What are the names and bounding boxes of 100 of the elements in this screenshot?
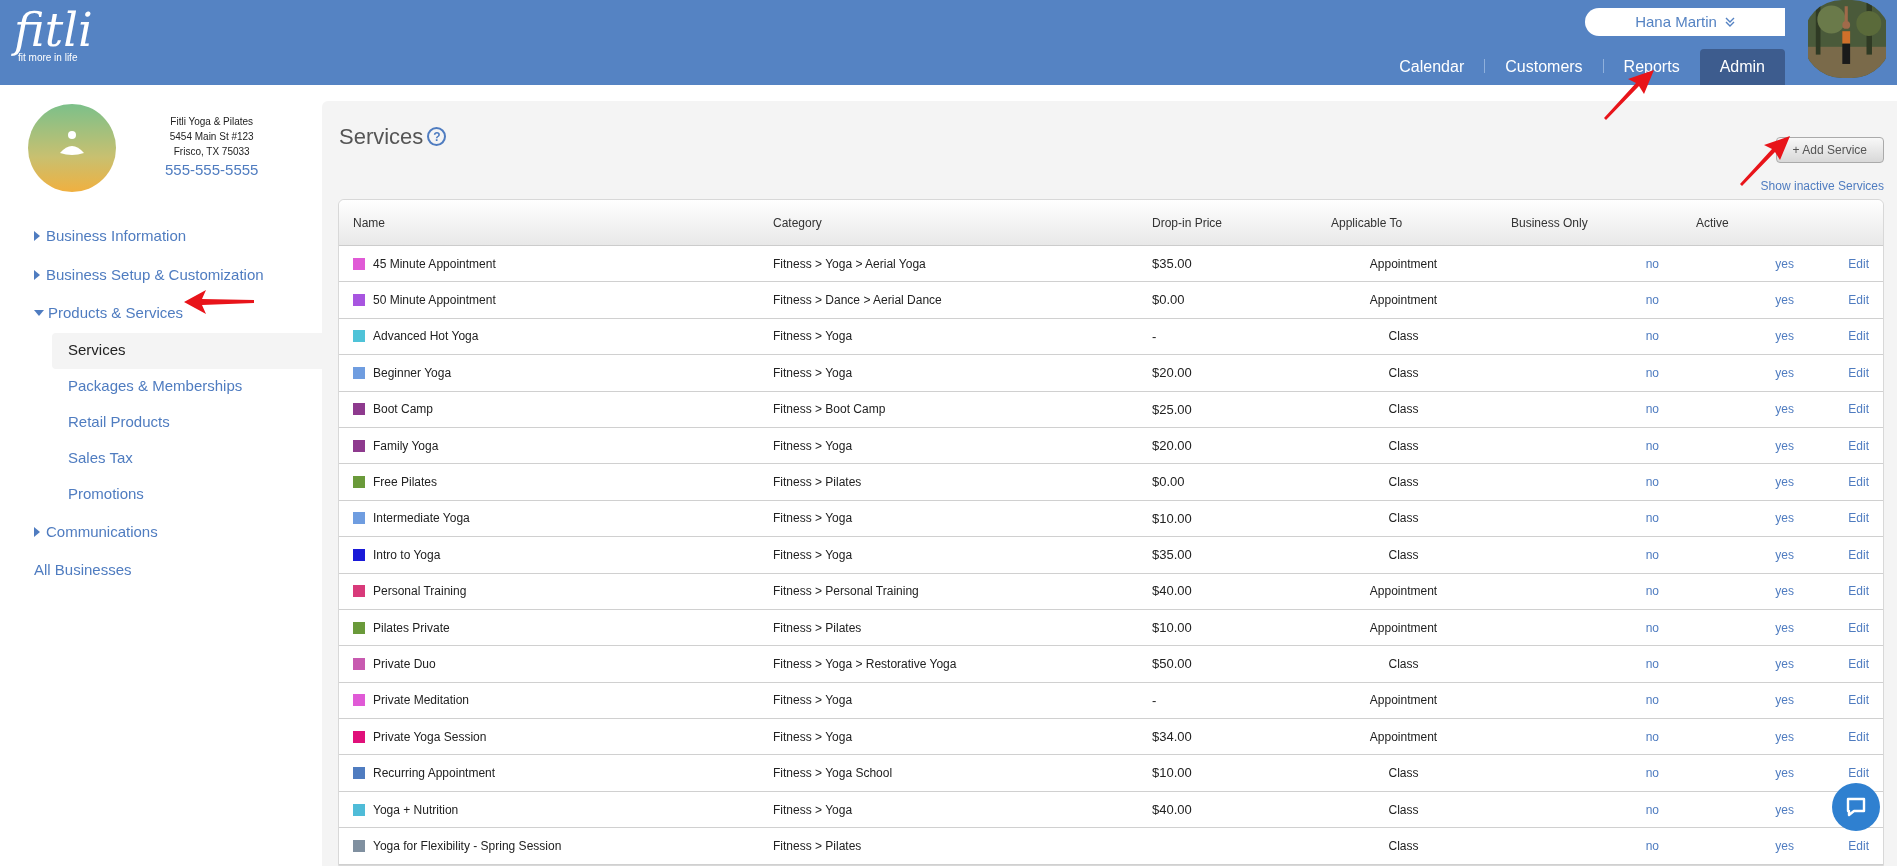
table-cell-text: Private Meditation bbox=[373, 692, 470, 710]
table-cell-text: 45 Minute Appointment bbox=[373, 255, 496, 273]
table-cell-text: Recurring Appointment bbox=[373, 765, 496, 783]
business-only-link[interactable]: no bbox=[1645, 727, 1659, 746]
sidebar-item[interactable]: Communications bbox=[0, 512, 322, 551]
page-title: Services bbox=[339, 123, 424, 151]
sidebar-item[interactable]: Business Information bbox=[0, 217, 322, 256]
active-link[interactable]: yes bbox=[1775, 836, 1794, 855]
active-link[interactable]: yes bbox=[1775, 400, 1794, 419]
active-link[interactable]: yes bbox=[1775, 618, 1794, 637]
active-link[interactable]: yes bbox=[1775, 291, 1794, 310]
business-only-link[interactable]: no bbox=[1645, 545, 1659, 564]
table-cell: Fitness > Pilates bbox=[773, 620, 862, 635]
edit-link[interactable]: Edit bbox=[1848, 764, 1869, 783]
edit-link[interactable]: Edit bbox=[1848, 618, 1869, 637]
business-only-link[interactable]: no bbox=[1645, 582, 1659, 601]
active-link[interactable]: yes bbox=[1775, 327, 1794, 346]
edit-link[interactable]: Edit bbox=[1848, 545, 1869, 564]
sidebar-item[interactable]: Products & Services bbox=[0, 294, 322, 333]
table-cell: $0.00 bbox=[1152, 292, 1185, 308]
table-cell-text: Personal Training bbox=[373, 583, 467, 601]
active-link[interactable]: yes bbox=[1775, 655, 1794, 673]
business-only-link[interactable]: no bbox=[1645, 618, 1659, 637]
help-icon[interactable]: ? bbox=[427, 127, 447, 146]
edit-link[interactable]: Edit bbox=[1848, 363, 1869, 382]
table-cell: Fitness > Boot Camp bbox=[773, 402, 886, 417]
caret-down-icon bbox=[34, 310, 44, 317]
table-cell: $10.00 bbox=[1152, 619, 1192, 635]
double-chevron-icon bbox=[1724, 17, 1735, 27]
active-link[interactable]: yes bbox=[1775, 582, 1794, 601]
user-menu[interactable]: Hana Martin bbox=[1585, 8, 1785, 36]
business-only-link[interactable]: no bbox=[1645, 363, 1659, 382]
table-cell: $20.00 bbox=[1152, 365, 1192, 381]
table-cell: Fitness > Personal Training bbox=[773, 584, 919, 599]
table-cell: $10.00 bbox=[1152, 510, 1192, 526]
edit-link[interactable]: Edit bbox=[1848, 473, 1869, 492]
table-cell-text: Class bbox=[1388, 328, 1419, 346]
edit-link[interactable]: Edit bbox=[1848, 436, 1869, 455]
business-only-link[interactable]: no bbox=[1645, 327, 1659, 346]
table-cell-text: Class bbox=[1388, 656, 1419, 673]
sidebar-subitem[interactable]: Packages & Memberships bbox=[52, 368, 322, 405]
business-only-link[interactable]: no bbox=[1645, 655, 1659, 673]
business-only-link[interactable]: no bbox=[1645, 836, 1659, 855]
table-cell-text: Family Yoga bbox=[373, 437, 439, 455]
business-phone[interactable]: 555-555-5555 bbox=[165, 159, 259, 182]
business-only-link[interactable]: no bbox=[1645, 509, 1659, 528]
edit-link[interactable]: Edit bbox=[1848, 327, 1869, 346]
edit-link[interactable]: Edit bbox=[1848, 655, 1869, 673]
edit-link[interactable]: Edit bbox=[1848, 509, 1869, 528]
business-only-link[interactable]: no bbox=[1645, 254, 1659, 273]
business-only-link[interactable]: no bbox=[1645, 691, 1659, 710]
table-cell-text: Intermediate Yoga bbox=[373, 510, 470, 528]
active-link[interactable]: yes bbox=[1775, 509, 1794, 528]
table-cell-text: 50 Minute Appointment bbox=[373, 292, 496, 310]
table-cell: $40.00 bbox=[1152, 583, 1192, 599]
edit-link[interactable]: Edit bbox=[1848, 254, 1869, 273]
caret-right-icon bbox=[34, 526, 40, 537]
table-cell-text: Yoga for Flexibility - Spring Session bbox=[373, 837, 562, 855]
table-cell: Fitness > Pilates bbox=[773, 475, 862, 490]
arrow-annotation bbox=[184, 290, 254, 314]
sidebar-subitem[interactable]: Retail Products bbox=[52, 404, 322, 441]
active-link[interactable]: yes bbox=[1775, 727, 1794, 746]
table-cell-text: Appointment bbox=[1369, 255, 1438, 273]
active-link[interactable]: yes bbox=[1775, 363, 1794, 382]
business-only-link[interactable]: no bbox=[1645, 291, 1659, 310]
table-cell: Fitness > Yoga bbox=[773, 547, 853, 562]
sidebar-item[interactable]: Business Setup & Customization bbox=[0, 255, 322, 294]
edit-link[interactable]: Edit bbox=[1848, 836, 1869, 855]
nav-tab[interactable]: Calendar bbox=[1379, 49, 1485, 85]
active-link[interactable]: yes bbox=[1775, 436, 1794, 455]
active-link[interactable]: yes bbox=[1775, 800, 1794, 819]
nav-tab[interactable]: Admin bbox=[1699, 49, 1785, 85]
active-link[interactable]: yes bbox=[1775, 764, 1794, 783]
business-only-link[interactable]: no bbox=[1645, 473, 1659, 492]
business-only-link[interactable]: no bbox=[1645, 436, 1659, 455]
sidebar-subitem[interactable]: Services bbox=[52, 332, 322, 369]
business-only-link[interactable]: no bbox=[1645, 400, 1659, 419]
edit-link[interactable]: Edit bbox=[1848, 400, 1869, 419]
nav-tab[interactable]: Customers bbox=[1485, 49, 1603, 85]
table-cell: $40.00 bbox=[1152, 801, 1192, 817]
active-link[interactable]: yes bbox=[1775, 254, 1794, 273]
active-link[interactable]: yes bbox=[1775, 473, 1794, 492]
add-service-button[interactable]: + Add Service bbox=[1775, 137, 1884, 163]
business-address: 5454 Main St #123 bbox=[169, 130, 254, 145]
active-link[interactable]: yes bbox=[1775, 691, 1794, 710]
sidebar-subitem[interactable]: Sales Tax bbox=[52, 440, 322, 477]
business-only-link[interactable]: no bbox=[1645, 764, 1659, 783]
nav-tab[interactable]: Reports bbox=[1603, 49, 1700, 85]
sidebar-item[interactable]: All Businesses bbox=[0, 551, 322, 590]
table-cell-text: Class bbox=[1388, 765, 1419, 783]
table-cell: $20.00 bbox=[1152, 437, 1192, 453]
sidebar-subitem[interactable]: Promotions bbox=[52, 476, 322, 513]
edit-link[interactable]: Edit bbox=[1848, 291, 1869, 310]
edit-link[interactable]: Edit bbox=[1848, 582, 1869, 601]
edit-link[interactable]: Edit bbox=[1848, 691, 1869, 710]
table-cell-text: Class bbox=[1388, 364, 1419, 382]
edit-link[interactable]: Edit bbox=[1848, 727, 1869, 746]
business-only-link[interactable]: no bbox=[1645, 800, 1659, 819]
table-cell: Fitness > Pilates bbox=[773, 838, 862, 853]
active-link[interactable]: yes bbox=[1775, 545, 1794, 564]
